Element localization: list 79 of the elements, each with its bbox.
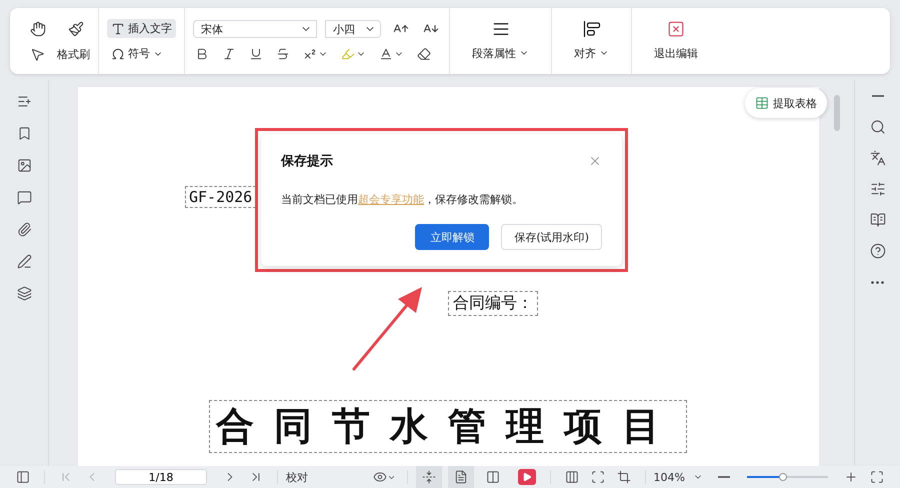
pointer-icon xyxy=(30,46,45,62)
close-icon xyxy=(588,154,602,168)
minus-icon xyxy=(872,95,884,97)
font-color-icon xyxy=(379,47,393,61)
book-icon xyxy=(870,212,886,228)
document-code[interactable]: GF-2026 xyxy=(185,186,256,208)
font-select[interactable]: 宋体 xyxy=(193,20,317,38)
panel-icon xyxy=(16,470,30,484)
format-painter-label: 格式刷 xyxy=(57,46,90,62)
play-button[interactable] xyxy=(518,469,536,485)
two-page-icon xyxy=(486,470,500,484)
dialog-title: 保存提示 xyxy=(281,153,333,170)
symbol-button[interactable]: 符号 xyxy=(107,44,176,63)
contract-number-label[interactable]: 合同编号： xyxy=(448,291,538,316)
image-icon xyxy=(16,158,32,173)
paperclip-button[interactable] xyxy=(16,222,32,237)
columns-icon xyxy=(564,470,579,484)
pen-icon xyxy=(16,254,32,269)
close-button[interactable] xyxy=(588,154,602,168)
exit-icon xyxy=(667,20,685,38)
align-button[interactable]: 对齐 xyxy=(570,44,613,62)
help-icon xyxy=(870,243,886,259)
plus-icon xyxy=(844,470,858,484)
italic-icon xyxy=(222,47,236,61)
fit-width-icon xyxy=(422,470,436,484)
paintbrush-icon xyxy=(68,20,84,36)
proofread-label[interactable]: 校对 xyxy=(286,470,308,484)
outline-button[interactable] xyxy=(16,94,32,109)
omega-icon xyxy=(111,46,125,60)
dialog-message: 当前文档已使用超会专享功能，保存修改需解锁。 xyxy=(281,192,524,207)
text-cursor-icon xyxy=(111,22,125,36)
paragraph-button[interactable]: 段落属性 xyxy=(468,44,533,62)
hand-icon xyxy=(30,20,46,36)
single-page-icon xyxy=(454,470,468,484)
sliders-button[interactable] xyxy=(870,181,886,197)
pen-button[interactable] xyxy=(16,254,32,269)
view-mode-button[interactable] xyxy=(416,466,442,488)
translate-button[interactable] xyxy=(870,150,886,166)
exit-edit-button[interactable]: 退出编辑 xyxy=(650,44,702,62)
eraser-icon xyxy=(417,47,431,61)
book-button[interactable] xyxy=(870,212,886,228)
play-icon xyxy=(522,472,532,482)
scrollbar-thumb[interactable] xyxy=(834,95,840,131)
comment-icon xyxy=(16,190,32,205)
extract-table-button[interactable]: 提取表格 xyxy=(745,88,827,118)
image-button[interactable] xyxy=(16,158,32,173)
superscript-icon xyxy=(303,47,317,61)
save-watermark-button[interactable]: 保存(试用水印) xyxy=(501,224,602,250)
table-icon xyxy=(755,96,769,110)
strikethrough-icon xyxy=(276,47,290,61)
layers-button[interactable] xyxy=(16,286,32,301)
translate-icon xyxy=(870,150,886,166)
bookmark-icon xyxy=(16,126,32,141)
comment-button[interactable] xyxy=(16,190,32,205)
search-icon xyxy=(870,119,886,135)
search-button[interactable] xyxy=(870,119,886,135)
scan-icon xyxy=(590,470,605,484)
zoom-value[interactable]: 104% xyxy=(654,470,685,484)
underline-icon xyxy=(249,47,263,61)
layers-icon xyxy=(16,286,32,301)
sliders-icon xyxy=(870,181,886,197)
help-button[interactable] xyxy=(870,243,886,259)
view-mode-button[interactable] xyxy=(448,466,474,488)
bold-icon xyxy=(195,47,209,61)
fullscreen-icon xyxy=(870,470,884,484)
outline-icon xyxy=(16,94,32,109)
unlock-button[interactable]: 立即解锁 xyxy=(415,224,490,250)
minus-icon xyxy=(718,476,730,478)
page-field[interactable]: 1/18 xyxy=(115,469,207,485)
align-icon xyxy=(582,20,600,38)
crop-icon xyxy=(616,470,631,484)
paperclip-icon xyxy=(16,222,32,237)
document-title[interactable]: 合同节水管理项目 xyxy=(209,400,687,453)
insert-text-button[interactable]: 插入文字 xyxy=(107,19,176,38)
highlighter-icon xyxy=(341,47,355,61)
font-size-select[interactable]: 小四 xyxy=(325,20,381,38)
bookmark-button[interactable] xyxy=(16,126,32,141)
more-icon xyxy=(871,280,884,284)
eye-icon xyxy=(372,470,387,484)
